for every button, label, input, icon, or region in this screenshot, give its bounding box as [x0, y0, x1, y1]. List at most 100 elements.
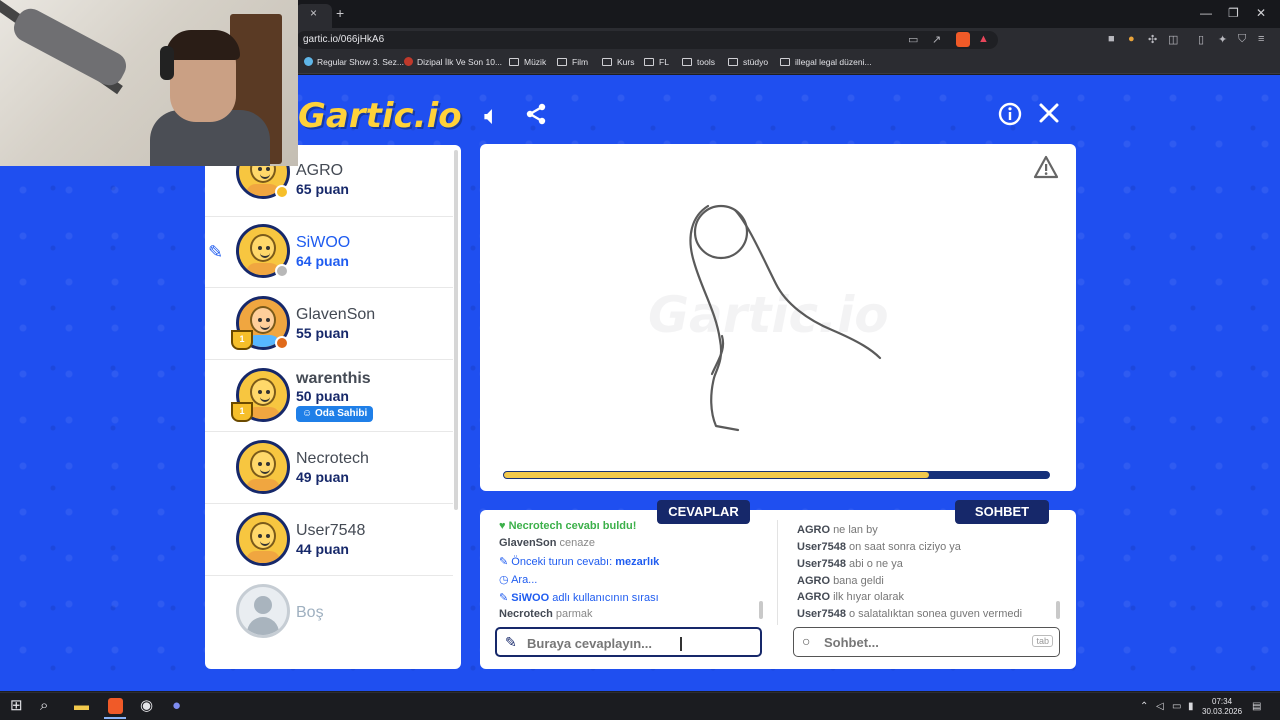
- minimize-button[interactable]: —: [1200, 6, 1212, 20]
- tray-audio-icon[interactable]: ◁: [1156, 701, 1164, 712]
- bookmark-label: stüdyo: [743, 57, 769, 67]
- tray-arrow-icon[interactable]: ⌃: [1140, 701, 1148, 712]
- brave-rewards-icon[interactable]: ▲: [978, 33, 989, 45]
- folder-icon: [557, 58, 567, 66]
- status-dot: [275, 264, 289, 278]
- close-icon[interactable]: [1038, 102, 1060, 128]
- answer-input[interactable]: [527, 634, 727, 652]
- break-message: ◷ Ara...: [499, 574, 538, 586]
- chat-bubble-icon: ○: [802, 633, 811, 649]
- chat-input[interactable]: [824, 633, 1024, 651]
- brave-shields-icon[interactable]: [956, 32, 970, 47]
- bookmark-folder-film[interactable]: Film: [557, 57, 588, 67]
- answer-found-message: ♥ Necrotech cevabı buldu!: [499, 520, 637, 530]
- folder-icon: [682, 58, 692, 66]
- player-points: 44 puan: [296, 541, 349, 557]
- player-list-scrollbar[interactable]: [454, 150, 458, 510]
- status-dot: [275, 185, 289, 199]
- microphone-tray-icon[interactable]: ▮: [1188, 701, 1194, 712]
- bookmark-folder-illegal[interactable]: illegal legal düzeni...: [780, 57, 872, 67]
- extension-icon[interactable]: ■: [1108, 33, 1115, 45]
- bookmark-regular-show[interactable]: Regular Show 3. Sez...: [304, 57, 404, 67]
- answers-scrollbar[interactable]: [759, 601, 763, 619]
- bookmark-label: FL: [659, 57, 669, 67]
- folder-icon: [602, 58, 612, 66]
- player-points: 49 puan: [296, 469, 349, 485]
- folder-icon: [780, 58, 790, 66]
- previous-answer-message: ✎ Önceki turun cevabı: mezarlık: [499, 556, 660, 568]
- text-cursor: [680, 637, 682, 651]
- sidebar-icon[interactable]: ▯: [1198, 33, 1204, 46]
- empty-slot[interactable]: Boş: [205, 576, 453, 648]
- player-row[interactable]: 1 warenthis 50 puan ☺ Oda Sahibi: [205, 360, 453, 432]
- trophy-icon: 1: [231, 402, 253, 422]
- headset: [160, 46, 174, 80]
- close-window-button[interactable]: ✕: [1256, 6, 1266, 20]
- chat-scrollbar[interactable]: [1056, 601, 1060, 619]
- taskbar-clock[interactable]: 07:34 30.03.2026: [1202, 697, 1242, 717]
- bookmark-label: Film: [572, 57, 589, 67]
- share-page-icon[interactable]: ↗: [932, 33, 941, 46]
- puzzle-icon[interactable]: ✣: [1148, 33, 1157, 46]
- bookmark-folder-fl[interactable]: FL: [644, 57, 669, 67]
- clock-time: 07:34: [1212, 697, 1233, 706]
- player-name: GlavenSon: [296, 306, 376, 323]
- tab-close-icon[interactable]: ×: [310, 6, 317, 20]
- player-points: 55 puan: [296, 325, 349, 341]
- search-icon[interactable]: ⌕: [40, 698, 48, 713]
- bookmark-dizipal[interactable]: Dizipal İlk Ve Son 10...: [404, 57, 502, 67]
- share-icon[interactable]: [524, 102, 548, 130]
- folder-icon: [509, 58, 519, 66]
- sound-icon[interactable]: 🔈︎: [484, 102, 500, 128]
- screenshot-icon[interactable]: ◫: [1168, 33, 1178, 46]
- new-tab-button[interactable]: +: [336, 5, 344, 21]
- room-owner-badge: ☺ Oda Sahibi: [296, 406, 374, 422]
- vpn-shield-icon[interactable]: ⛉: [1238, 33, 1246, 46]
- empty-slot-label: Boş: [296, 604, 324, 621]
- file-explorer-icon[interactable]: ▬: [74, 698, 89, 713]
- answer-input-box[interactable]: ✎: [495, 627, 762, 657]
- obs-icon[interactable]: ◉: [140, 698, 153, 713]
- cookie-extension-icon[interactable]: ●: [1128, 33, 1135, 45]
- webcam-overlay: [0, 0, 298, 166]
- status-dot: [275, 336, 289, 350]
- network-icon[interactable]: ▭: [1172, 701, 1181, 712]
- bookmark-folder-muzik[interactable]: Müzik: [509, 57, 546, 67]
- url-field[interactable]: [296, 31, 998, 49]
- avatar: [236, 440, 290, 494]
- bookmark-folder-tools[interactable]: tools: [682, 57, 715, 67]
- player-row[interactable]: Necrotech 49 puan: [205, 432, 453, 504]
- restore-button[interactable]: ❐: [1228, 6, 1239, 20]
- brave-browser-icon[interactable]: [108, 698, 123, 714]
- panel-divider: [777, 520, 778, 625]
- bookmark-label: tools: [697, 57, 715, 67]
- player-row[interactable]: 1 GlavenSon 55 puan: [205, 288, 453, 360]
- avatar: [236, 512, 290, 566]
- bookmark-folder-kurs[interactable]: Kurs: [602, 57, 634, 67]
- info-icon[interactable]: [998, 102, 1022, 130]
- clock-date: 30.03.2026: [1202, 707, 1243, 716]
- chat-message: AGRO ne lan by: [797, 524, 878, 536]
- leo-ai-icon[interactable]: ✦: [1218, 33, 1227, 46]
- cast-icon[interactable]: ▭: [908, 33, 918, 46]
- windows-start-icon[interactable]: ⊞: [10, 698, 23, 713]
- player-name: AGRO: [296, 162, 344, 179]
- player-row[interactable]: ✎ SiWOO 64 puan: [205, 216, 453, 288]
- player-name: User7548: [296, 522, 366, 539]
- chat-message: User7548 abi o ne ya: [797, 558, 903, 570]
- discord-icon[interactable]: ●: [172, 698, 181, 713]
- menu-icon[interactable]: ≡: [1258, 33, 1264, 45]
- player-name: Necrotech: [296, 450, 369, 467]
- active-app-indicator: [104, 717, 126, 719]
- pencil-icon: ✎: [208, 242, 224, 262]
- player-row[interactable]: User7548 44 puan: [205, 504, 453, 576]
- pencil-icon: ✎: [499, 592, 509, 604]
- gartic-logo[interactable]: Gartic.io: [298, 96, 462, 136]
- chat-input-box[interactable]: ○ tab: [793, 627, 1060, 657]
- bookmark-label: Dizipal İlk Ve Son 10...: [417, 57, 503, 67]
- player-points: 65 puan: [296, 181, 349, 197]
- url-text[interactable]: gartic.io/066jHkA6: [303, 34, 384, 45]
- notifications-icon[interactable]: ▤: [1252, 701, 1261, 712]
- bookmark-label: Müzik: [524, 57, 547, 67]
- bookmark-folder-studyo[interactable]: stüdyo: [728, 57, 768, 67]
